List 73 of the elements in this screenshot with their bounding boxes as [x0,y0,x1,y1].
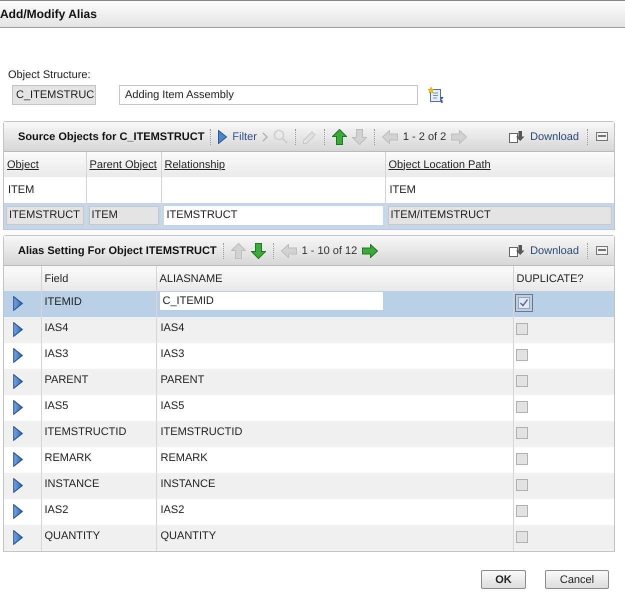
table-cell: ITEMSTRUCTID [44,426,126,438]
checkbox[interactable] [516,401,528,413]
panel-title: Source Objects for C_ITEMSTRUCT [18,130,204,142]
table-cell: IAS5 [44,400,68,412]
checkbox[interactable] [516,479,528,491]
triangle-icon[interactable] [13,322,23,337]
table-cell: ITEM [8,184,34,196]
arrow-right-icon[interactable] [362,244,378,258]
arrow-down-icon[interactable] [250,242,266,258]
table-cell: ITEMSTRUCTID [160,426,242,438]
checkbox[interactable] [516,427,528,439]
page-counter: 1 - 10 of 12 [302,244,358,256]
column-header: ALIASNAME [160,272,222,284]
column-header: DUPLICATE? [516,272,584,284]
triangle-icon[interactable] [13,400,23,415]
column-header[interactable]: Relationship [164,158,226,170]
table-cell: IAS4 [160,322,184,334]
table-cell: IAS3 [44,348,68,360]
table-cell: QUANTITY [160,530,216,542]
triangle-icon[interactable] [13,348,23,363]
checkbox[interactable] [516,505,528,517]
download-button[interactable]: Download [509,244,579,258]
field-label: Object Structure: [8,69,91,82]
minimize-icon[interactable] [596,246,608,255]
triangle-icon[interactable] [13,504,23,519]
description-input[interactable]: Adding Item Assembly [119,85,418,105]
checkbox[interactable] [516,531,528,543]
readonly-field: ITEM [88,206,158,224]
text-input[interactable]: C_ITEMID [160,292,382,310]
readonly-field: ITEMSTRUCT [6,206,84,224]
triangle-icon[interactable] [13,296,23,311]
column-header: Field [44,272,68,284]
download-button[interactable]: Download [509,130,579,144]
text-input[interactable]: ITEMSTRUCT [164,206,382,224]
download-icon [509,130,526,144]
table-cell: IAS2 [160,504,184,516]
table-cell: PARENT [160,374,204,386]
triangle-icon[interactable] [13,530,23,545]
arrow-up-icon[interactable] [332,128,347,144]
checkbox[interactable] [516,375,528,387]
table-cell: INSTANCE [44,478,100,490]
table-cell: IAS2 [44,504,68,516]
checkbox[interactable] [516,453,528,465]
readonly-field: ITEM/ITEMSTRUCT [388,206,612,224]
triangle-icon[interactable] [13,426,23,441]
triangle-icon [218,130,228,144]
page-counter: 1 - 2 of 2 [402,130,446,142]
table-cell: REMARK [44,452,92,464]
triangle-icon[interactable] [13,452,23,467]
document-icon[interactable] [428,87,444,103]
triangle-icon[interactable] [13,478,23,493]
table-cell: INSTANCE [160,478,216,490]
table-cell: IAS4 [44,322,68,334]
column-header[interactable]: Object [7,158,39,170]
checkbox[interactable] [516,349,528,361]
table-cell: QUANTITY [44,530,100,542]
table-cell: PARENT [44,374,88,386]
checkbox[interactable] [516,323,528,335]
checkbox[interactable] [514,294,532,312]
dialog-button[interactable]: Cancel [545,570,609,589]
filter-link[interactable]: Filter [218,130,257,144]
panel-title: Alias Setting For Object ITEMSTRUCT [18,244,217,256]
triangle-icon[interactable] [13,374,23,389]
dialog-button[interactable]: OK [481,570,526,589]
table-cell: ITEMID [44,296,82,308]
table-cell: ITEM [390,184,416,196]
table-cell: REMARK [160,452,208,464]
readonly-field: C_ITEMSTRUC [12,85,96,105]
table-cell: IAS5 [160,400,184,412]
window-title: Add/Modify Alias [0,7,97,21]
download-icon [509,244,526,258]
minimize-icon[interactable] [596,132,608,141]
table-cell: IAS3 [160,348,184,360]
